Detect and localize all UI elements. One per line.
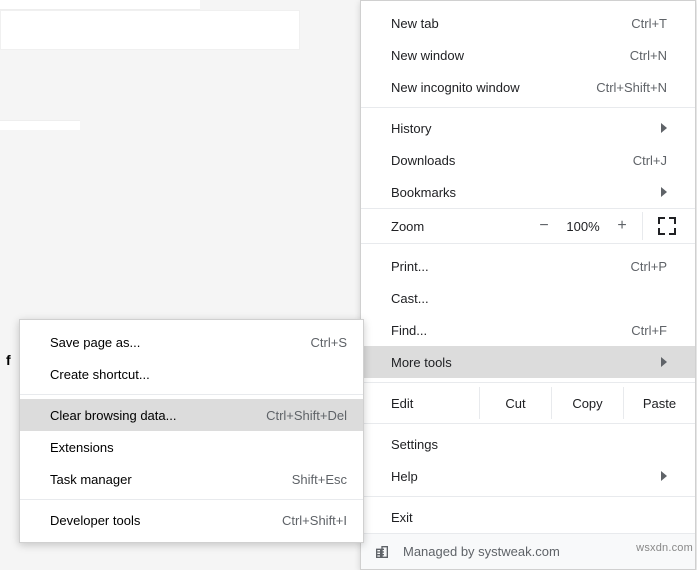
menu-settings[interactable]: Settings [361,428,695,460]
menu-new-incognito[interactable]: New incognito window Ctrl+Shift+N [361,71,695,103]
building-icon [373,543,391,561]
separator [361,496,695,497]
fullscreen-button[interactable] [649,219,685,233]
submenu-arrow-icon [661,187,667,197]
submenu-arrow-icon [661,357,667,367]
menu-shortcut: Ctrl+Shift+N [596,80,667,95]
edit-row: Edit Cut Copy Paste [361,387,695,419]
menu-shortcut: Ctrl+F [631,323,667,338]
managed-by-text: Managed by systweak.com [403,544,560,559]
menu-label: Exit [391,510,667,525]
menu-shortcut: Ctrl+S [311,335,347,350]
menu-label: Help [391,469,653,484]
menu-new-window[interactable]: New window Ctrl+N [361,39,695,71]
zoom-row: Zoom − 100% + [361,208,695,244]
submenu-create-shortcut[interactable]: Create shortcut... [20,358,363,390]
separator [20,394,363,395]
separator [20,499,363,500]
menu-find[interactable]: Find... Ctrl+F [361,314,695,346]
menu-label: Cast... [391,291,667,306]
menu-label: Downloads [391,153,633,168]
menu-help[interactable]: Help [361,460,695,492]
menu-label: Settings [391,437,667,452]
submenu-save-page[interactable]: Save page as... Ctrl+S [20,326,363,358]
separator [361,382,695,383]
menu-label: Create shortcut... [50,367,347,382]
page-fragment [0,0,200,10]
submenu-task-manager[interactable]: Task manager Shift+Esc [20,463,363,495]
edit-paste-button[interactable]: Paste [623,387,695,419]
menu-new-tab[interactable]: New tab Ctrl+T [361,7,695,39]
submenu-arrow-icon [661,471,667,481]
zoom-in-button[interactable]: + [608,217,636,235]
menu-label: Task manager [50,472,292,487]
submenu-developer-tools[interactable]: Developer tools Ctrl+Shift+I [20,504,363,536]
menu-shortcut: Ctrl+J [633,153,667,168]
menu-label: Extensions [50,440,347,455]
menu-label: Bookmarks [391,185,653,200]
menu-label: Clear browsing data... [50,408,266,423]
separator [642,212,643,240]
separator [361,423,695,424]
submenu-clear-browsing-data[interactable]: Clear browsing data... Ctrl+Shift+Del [20,399,363,431]
menu-more-tools[interactable]: More tools [361,346,695,378]
edit-label: Edit [391,396,479,411]
submenu-extensions[interactable]: Extensions [20,431,363,463]
menu-label: Find... [391,323,631,338]
menu-label: New tab [391,16,631,31]
page-fragment [0,10,300,50]
menu-shortcut: Ctrl+T [631,16,667,31]
menu-label: Developer tools [50,513,282,528]
menu-label: Print... [391,259,631,274]
zoom-level: 100% [558,219,608,234]
menu-exit[interactable]: Exit [361,501,695,533]
more-tools-submenu: Save page as... Ctrl+S Create shortcut..… [19,319,364,543]
menu-shortcut: Ctrl+P [631,259,667,274]
page-fragment [0,120,80,130]
menu-downloads[interactable]: Downloads Ctrl+J [361,144,695,176]
fullscreen-icon [660,219,674,233]
edit-cut-button[interactable]: Cut [479,387,551,419]
zoom-label: Zoom [391,219,530,234]
edit-copy-button[interactable]: Copy [551,387,623,419]
menu-label: History [391,121,653,136]
menu-shortcut: Ctrl+Shift+I [282,513,347,528]
separator [361,107,695,108]
menu-label: New window [391,48,630,63]
menu-cast[interactable]: Cast... [361,282,695,314]
menu-bookmarks[interactable]: Bookmarks [361,176,695,208]
menu-label: New incognito window [391,80,596,95]
menu-label: More tools [391,355,653,370]
menu-shortcut: Ctrl+Shift+Del [266,408,347,423]
menu-shortcut: Shift+Esc [292,472,347,487]
watermark: wsxdn.com [636,542,693,554]
menu-print[interactable]: Print... Ctrl+P [361,250,695,282]
menu-label: Save page as... [50,335,311,350]
chrome-main-menu: New tab Ctrl+T New window Ctrl+N New inc… [360,0,696,570]
menu-history[interactable]: History [361,112,695,144]
submenu-arrow-icon [661,123,667,133]
menu-shortcut: Ctrl+N [630,48,667,63]
page-text-fragment: f [6,352,11,368]
zoom-out-button[interactable]: − [530,217,558,235]
